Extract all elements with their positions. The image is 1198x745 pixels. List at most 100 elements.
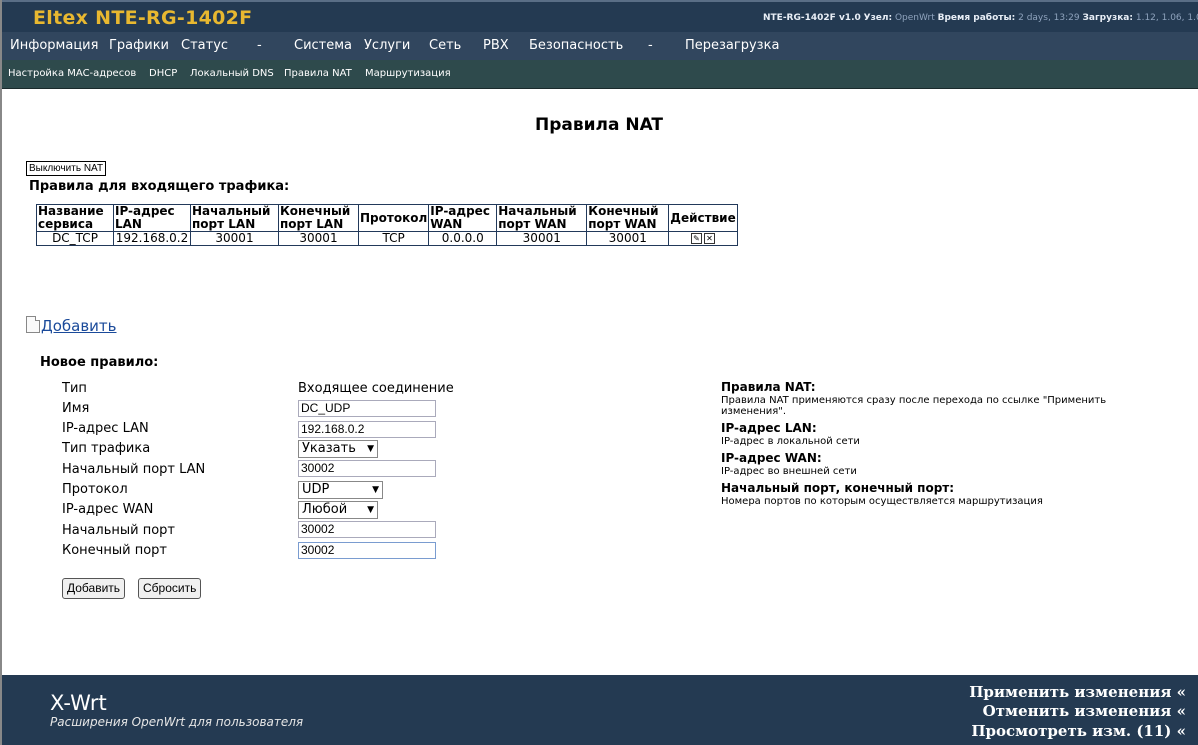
nav-pbx[interactable]: PBX [483,38,509,53]
nav-reboot[interactable]: Перезагрузка [685,38,779,53]
nav-network[interactable]: Сеть [429,38,461,53]
lan-start-port-label: Начальный порт LAN [62,462,206,477]
nav-system[interactable]: Система [294,38,352,53]
col-header: Начальный порт LAN [190,204,279,232]
protocol-label: Протокол [62,482,128,497]
footer-product: X-Wrt [50,691,107,715]
table-row: DC_TCP 192.168.0.2 30001 30001 TCP 0.0.0… [36,231,738,246]
lan-ip-label: IP-адрес LAN [62,421,149,436]
name-input[interactable]: DC_UDP [298,400,436,417]
wan-ip-value: Любой [302,502,348,517]
brand-title: Eltex NTE-RG-1402F [33,7,253,29]
load-label: Загрузка: [1082,13,1133,23]
status-bar: NTE-RG-1402F v1.0 Узел: OpenWrt Время ра… [763,13,1198,23]
col-header: IP-адрес LAN [113,204,191,232]
nav-info[interactable]: Информация [10,38,98,53]
node-label: Узел: [863,13,893,23]
nav-graphs[interactable]: Графики [109,38,169,53]
cell-wan-start-port: 30001 [496,231,588,246]
cell-protocol: TCP [357,231,430,246]
wan-ip-label: IP-адрес WAN [62,502,154,517]
uptime-value: 2 days, 13:29 [1018,13,1080,23]
end-port-input[interactable]: 30002 [298,542,436,559]
document-icon [26,316,40,333]
help-text: IP-адрес в локальной сети [721,436,860,447]
nav-separator: - [257,38,262,53]
add-link-label: Добавить [41,317,117,335]
protocol-select[interactable]: UDP ▼ [298,481,383,499]
col-header: Протокол [357,204,430,232]
header-bar: Eltex NTE-RG-1402F NTE-RG-1402F v1.0 Узе… [2,0,1198,32]
subnav-routing[interactable]: Маршрутизация [365,68,451,79]
wan-ip-select[interactable]: Любой ▼ [298,501,378,519]
page-frame [0,0,1198,745]
start-port-input[interactable]: 30002 [298,521,436,538]
device-model: NTE-RG-1402F v1.0 [763,13,861,23]
lan-ip-input[interactable]: 192.168.0.2 [298,421,436,438]
cell-wan-ip: 0.0.0.0 [428,231,498,246]
nat-rules-table: Название сервиса IP-адрес LAN Начальный … [36,204,738,246]
footer-tagline: Расширения OpenWrt для пользователя [50,715,304,729]
cell-lan-end-port: 30001 [278,231,359,246]
help-panel: Правила NAT: Правила NAT применяются сра… [721,380,1141,507]
nav-services[interactable]: Услуги [364,38,410,53]
edit-icon[interactable]: ✎ [690,233,702,244]
cell-service-name: DC_TCP [36,231,114,246]
help-heading: Правила NAT: [721,380,816,394]
main-nav: Информация Графики Статус - Система Услу… [2,32,1198,60]
help-heading: IP-адрес WAN: [721,451,822,465]
traffic-type-label: Тип трафика [62,441,151,456]
help-text: Номера портов по которым осуществляется … [721,496,1043,507]
protocol-value: UDP [302,482,330,497]
help-text: Правила NAT применяются сразу после пере… [721,395,1107,417]
table-header-row: Название сервиса IP-адрес LAN Начальный … [36,204,738,232]
col-header: Конечный порт LAN [278,204,359,232]
nav-status[interactable]: Статус [181,38,228,53]
traffic-type-select[interactable]: Указать ▼ [298,440,378,458]
subnav-mac[interactable]: Настройка MAC-адресов [8,68,136,79]
traffic-type-value: Указать [302,441,356,456]
chevron-down-icon: ▼ [367,505,374,515]
disable-nat-button[interactable]: Выключить NAT [26,161,107,176]
sub-nav: Настройка MAC-адресов DHCP Локальный DNS… [2,60,1198,89]
subnav-dhcp[interactable]: DHCP [149,68,177,79]
apply-changes-link[interactable]: Применить изменения « [969,683,1186,701]
cell-actions: ✎ ✕ [668,231,738,246]
help-text: IP-адрес во внешней сети [721,466,857,477]
help-heading: IP-адрес LAN: [721,421,817,435]
help-heading: Начальный порт, конечный порт: [721,481,955,495]
new-rule-title: Новое правило: [40,355,159,370]
col-header: Действие [668,204,738,232]
add-button[interactable]: Добавить [62,578,126,599]
cell-lan-ip: 192.168.0.2 [113,231,191,246]
revert-changes-link[interactable]: Отменить изменения « [983,702,1186,720]
cell-wan-end-port: 30001 [586,231,670,246]
nav-security[interactable]: Безопасность [529,38,623,53]
load-value: 1.12, 1.06, 1.0 [1135,13,1198,23]
delete-icon[interactable]: ✕ [703,233,715,244]
incoming-rules-title: Правила для входящего трафика: [29,179,290,194]
chevron-down-icon: ▼ [372,485,379,495]
type-label: Тип [62,381,87,396]
chevron-down-icon: ▼ [367,444,374,454]
col-header: Название сервиса [36,204,114,232]
subnav-nat[interactable]: Правила NAT [284,68,352,79]
page-title: Правила NAT [534,115,664,135]
col-header: Конечный порт WAN [586,204,670,232]
add-rule-link[interactable]: Добавить [26,316,117,335]
col-header: IP-адрес WAN [428,204,498,232]
cell-lan-start-port: 30001 [190,231,279,246]
node-value: OpenWrt [894,13,935,23]
end-port-label: Конечный порт [62,543,167,558]
subnav-local-dns[interactable]: Локальный DNS [190,68,274,79]
uptime-label: Время работы: [937,13,1016,23]
type-value: Входящее соединение [298,381,454,396]
name-label: Имя [62,401,90,416]
lan-start-port-input[interactable]: 30002 [298,460,436,477]
footer: X-Wrt Расширения OpenWrt для пользовател… [2,675,1198,745]
reset-button[interactable]: Сбросить [138,578,202,599]
nav-separator: - [648,38,653,53]
col-header: Начальный порт WAN [496,204,588,232]
review-changes-link[interactable]: Просмотреть изм. (11) « [971,722,1186,740]
start-port-label: Начальный порт [62,523,175,538]
